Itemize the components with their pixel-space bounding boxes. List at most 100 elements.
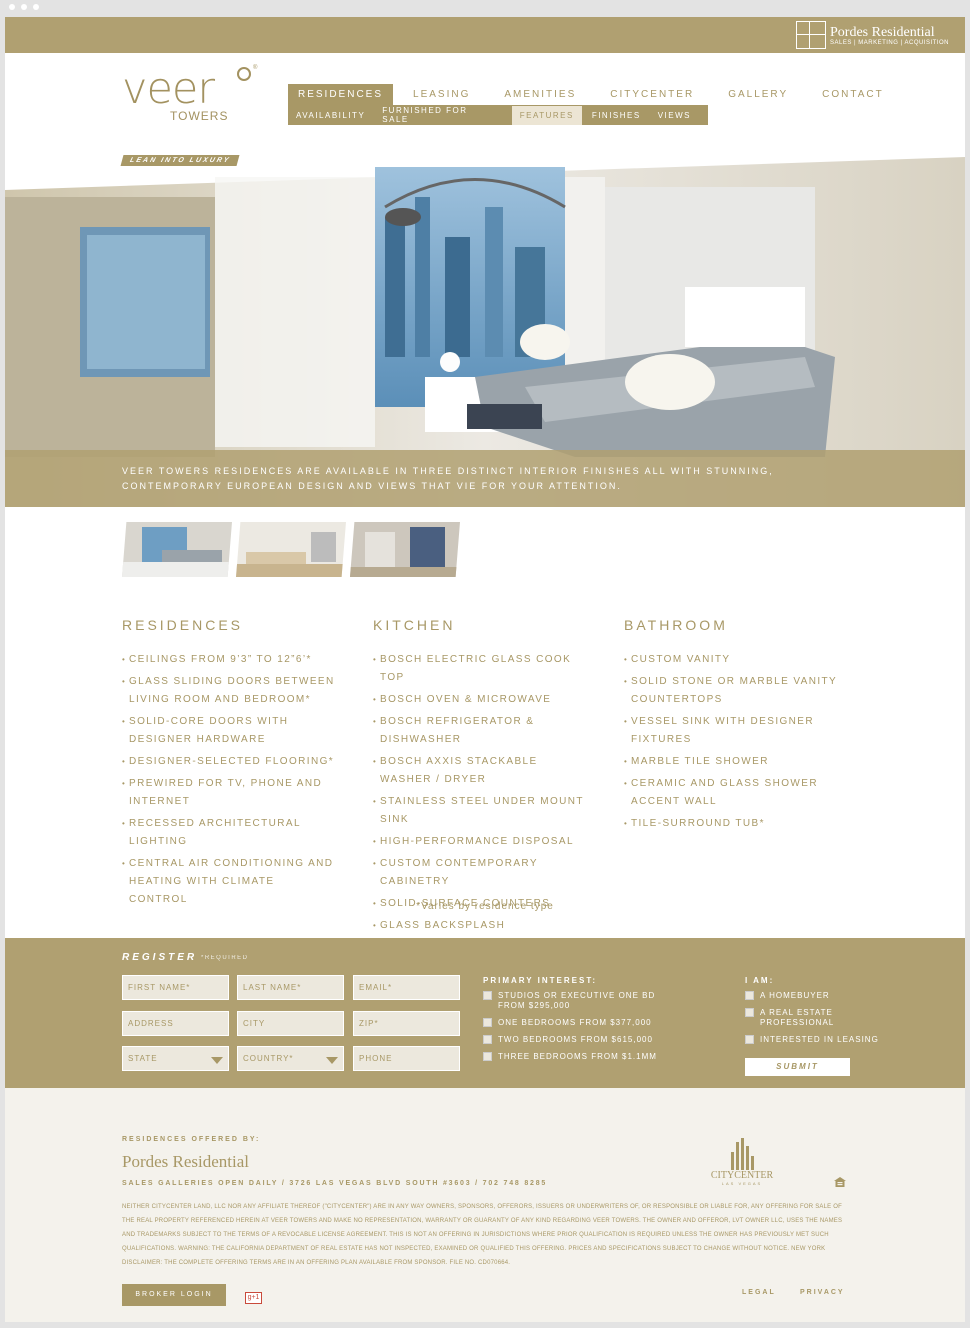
features-columns: RESIDENCES CEILINGS FROM 9’3” TO 12”6’* …	[122, 617, 875, 939]
footnote: *Varies by residence type	[416, 901, 554, 912]
equal-housing-icon	[834, 1177, 846, 1187]
chevron-down-icon	[211, 1057, 223, 1064]
bathroom-heading: BATHROOM	[624, 617, 728, 633]
list-item: CUSTOM VANITY	[624, 651, 839, 669]
list-item: CEILINGS FROM 9’3” TO 12”6’*	[122, 651, 337, 669]
kitchen-heading: KITCHEN	[373, 617, 456, 633]
zip-field[interactable]: ZIP*	[353, 1011, 460, 1036]
phone-field[interactable]: PHONE	[353, 1046, 460, 1071]
thumbnail-kitchen[interactable]	[236, 522, 346, 577]
main-nav: RESIDENCES LEASING AMENITIES CITYCENTER …	[288, 83, 918, 125]
residences-column: RESIDENCES CEILINGS FROM 9’3” TO 12”6’* …	[122, 617, 373, 939]
nav-contact[interactable]: CONTACT	[822, 89, 884, 100]
nav-amenities[interactable]: AMENITIES	[504, 89, 576, 100]
sub-nav: AVAILABILITY FURNISHED FOR SALE FEATURES…	[288, 105, 708, 125]
hero-image: VEER TOWERS RESIDENCES ARE AVAILABLE IN …	[5, 157, 965, 507]
legal-link[interactable]: LEGAL	[742, 1289, 776, 1296]
tagline: LEAN INTO LUXURY	[120, 155, 240, 166]
country-select[interactable]: COUNTRY*	[237, 1046, 344, 1071]
iam-option[interactable]: A REAL ESTATE PROFESSIONAL	[745, 1008, 885, 1028]
thumbnail-living-room[interactable]	[122, 522, 232, 577]
window-controls	[9, 4, 39, 10]
list-item: BOSCH OVEN & MICROWAVE	[373, 691, 588, 709]
nav-citycenter[interactable]: CITYCENTER	[610, 89, 694, 100]
logo-degree-icon	[237, 67, 251, 81]
interest-option[interactable]: TWO BEDROOMS FROM $615,000	[483, 1035, 668, 1045]
primary-interest-group: PRIMARY INTEREST: STUDIOS OR EXECUTIVE O…	[483, 976, 668, 1069]
state-select-label: STATE	[128, 1054, 158, 1063]
address-field[interactable]: ADDRESS	[122, 1011, 229, 1036]
checkbox[interactable]	[483, 1035, 492, 1044]
nav-leasing[interactable]: LEASING	[413, 89, 470, 100]
submit-button[interactable]: SUBMIT	[745, 1058, 850, 1076]
checkbox[interactable]	[745, 1008, 754, 1017]
citycenter-logo[interactable]: CITYCENTER LAS VEGAS	[702, 1138, 782, 1186]
pordes-brand-name: Pordes Residential	[830, 24, 935, 40]
list-item: GLASS SLIDING DOORS BETWEEN LIVING ROOM …	[122, 673, 337, 709]
i-am-group: I AM: A HOMEBUYER A REAL ESTATE PROFESSI…	[745, 976, 885, 1052]
pordes-logo-icon	[796, 21, 827, 49]
iam-option[interactable]: A HOMEBUYER	[745, 991, 885, 1001]
kitchen-column: KITCHEN BOSCH ELECTRIC GLASS COOK TOP BO…	[373, 617, 624, 939]
nav-gallery[interactable]: GALLERY	[728, 89, 788, 100]
list-item: BOSCH ELECTRIC GLASS COOK TOP	[373, 651, 588, 687]
broker-login-button[interactable]: BROKER LOGIN	[122, 1284, 226, 1306]
subnav-finishes[interactable]: FINISHES	[592, 111, 641, 120]
subnav-features[interactable]: FEATURES	[511, 105, 582, 125]
list-item: DESIGNER-SELECTED FLOORING*	[122, 753, 337, 771]
footer: RESIDENCES OFFERED BY: Pordes Residentia…	[5, 1088, 965, 1322]
top-bar: Pordes Residential SALES | MARKETING | A…	[5, 17, 965, 53]
subnav-furnished[interactable]: FURNISHED FOR SALE	[382, 106, 494, 124]
veer-logo[interactable]: veer ® TOWERS	[122, 65, 262, 129]
iam-option[interactable]: INTERESTED IN LEASING	[745, 1035, 885, 1045]
thumbnail-strip	[122, 522, 460, 577]
citycenter-sub: LAS VEGAS	[721, 1181, 763, 1186]
email-field[interactable]: EMAIL*	[353, 975, 460, 1000]
pordes-footer-name[interactable]: Pordes Residential	[122, 1152, 249, 1172]
citycenter-name: CITYCENTER	[710, 1170, 774, 1181]
google-plus-button[interactable]: g+1	[245, 1292, 262, 1304]
register-title: REGISTER	[122, 952, 198, 963]
list-item: GLASS BACKSPLASH	[373, 917, 588, 935]
logo-sub: TOWERS	[170, 109, 229, 123]
checkbox[interactable]	[483, 1018, 492, 1027]
list-item: VESSEL SINK WITH DESIGNER FIXTURES	[624, 713, 839, 749]
interest-option[interactable]: STUDIOS OR EXECUTIVE ONE BD FROM $295,00…	[483, 991, 668, 1011]
first-name-field[interactable]: FIRST NAME*	[122, 975, 229, 1000]
checkbox[interactable]	[745, 1035, 754, 1044]
privacy-link[interactable]: PRIVACY	[800, 1289, 845, 1296]
list-item: STAINLESS STEEL UNDER MOUNT SINK	[373, 793, 588, 829]
chevron-down-icon	[326, 1057, 338, 1064]
nav-residences[interactable]: RESIDENCES	[288, 83, 394, 105]
pordes-badge[interactable]: Pordes Residential SALES | MARKETING | A…	[796, 21, 949, 49]
residences-heading: RESIDENCES	[122, 617, 244, 633]
list-item: HIGH-PERFORMANCE DISPOSAL	[373, 833, 588, 851]
subnav-availability[interactable]: AVAILABILITY	[296, 111, 365, 120]
list-item: MARBLE TILE SHOWER	[624, 753, 839, 771]
legal-disclaimer: NEITHER CITYCENTER LAND, LLC NOR ANY AFF…	[122, 1204, 843, 1266]
list-item: TILE-SURROUND TUB*	[624, 815, 839, 833]
state-select[interactable]: STATE	[122, 1046, 229, 1071]
list-item: PREWIRED FOR TV, PHONE AND INTERNET	[122, 775, 337, 811]
bathroom-column: BATHROOM CUSTOM VANITY SOLID STONE OR MA…	[624, 617, 875, 939]
last-name-field[interactable]: LAST NAME*	[237, 975, 344, 1000]
checkbox[interactable]	[483, 1052, 492, 1061]
city-field[interactable]: CITY	[237, 1011, 344, 1036]
i-am-title: I AM:	[745, 976, 775, 985]
list-item: SOLID-CORE DOORS WITH DESIGNER HARDWARE	[122, 713, 337, 749]
checkbox[interactable]	[483, 991, 492, 1000]
page: Pordes Residential SALES | MARKETING | A…	[5, 17, 965, 1322]
interest-option[interactable]: ONE BEDROOMS FROM $377,000	[483, 1018, 668, 1028]
primary-interest-title: PRIMARY INTEREST:	[483, 976, 598, 985]
country-select-label: COUNTRY*	[243, 1054, 294, 1063]
list-item: SOLID STONE OR MARBLE VANITY COUNTERTOPS	[624, 673, 839, 709]
list-item: CERAMIC AND GLASS SHOWER ACCENT WALL	[624, 775, 839, 811]
thumbnail-bathroom[interactable]	[350, 522, 460, 577]
checkbox[interactable]	[745, 991, 754, 1000]
interest-option[interactable]: THREE BEDROOMS FROM $1.1MM	[483, 1052, 668, 1062]
citycenter-building-icon	[727, 1138, 757, 1170]
offered-by-label: RESIDENCES OFFERED BY:	[122, 1136, 261, 1143]
register-form: REGISTER *REQUIRED FIRST NAME* LAST NAME…	[5, 938, 965, 1088]
subnav-views[interactable]: VIEWS	[658, 111, 691, 120]
list-item: RECESSED ARCHITECTURAL LIGHTING	[122, 815, 337, 851]
